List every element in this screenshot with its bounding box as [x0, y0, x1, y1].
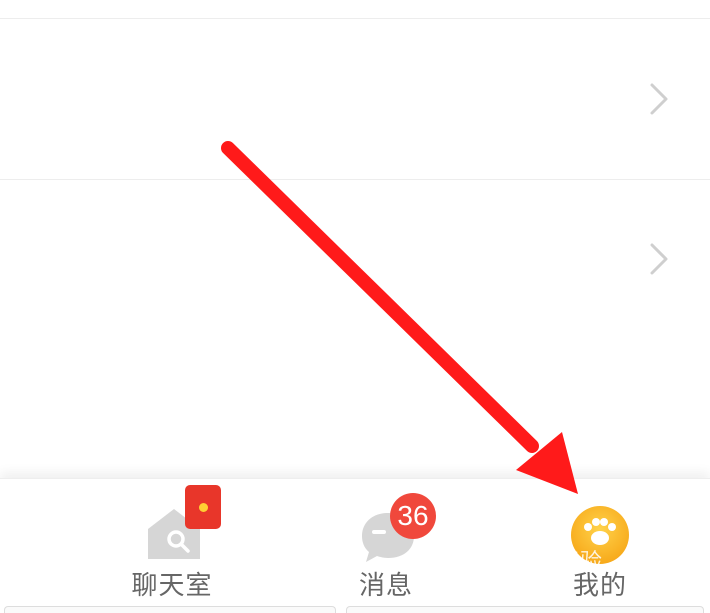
- settings-list: [0, 0, 710, 470]
- list-row-2[interactable]: [0, 180, 710, 340]
- list-row-1[interactable]: [0, 19, 710, 179]
- unread-count-badge: 36: [390, 493, 436, 539]
- watermark-logo: Bai 经验: [520, 544, 706, 608]
- tab-messages[interactable]: 消息: [286, 479, 486, 613]
- red-packet-coin: [199, 503, 208, 512]
- tab-chat-room[interactable]: 聊天室: [72, 479, 272, 613]
- tab-label: 聊天室: [131, 571, 213, 601]
- tab-label: 消息: [358, 571, 413, 601]
- chevron-right-icon: [648, 239, 672, 279]
- chevron-right-icon: [648, 79, 672, 119]
- watermark-text: Bai 经验: [520, 549, 602, 574]
- red-packet-icon: [185, 485, 221, 529]
